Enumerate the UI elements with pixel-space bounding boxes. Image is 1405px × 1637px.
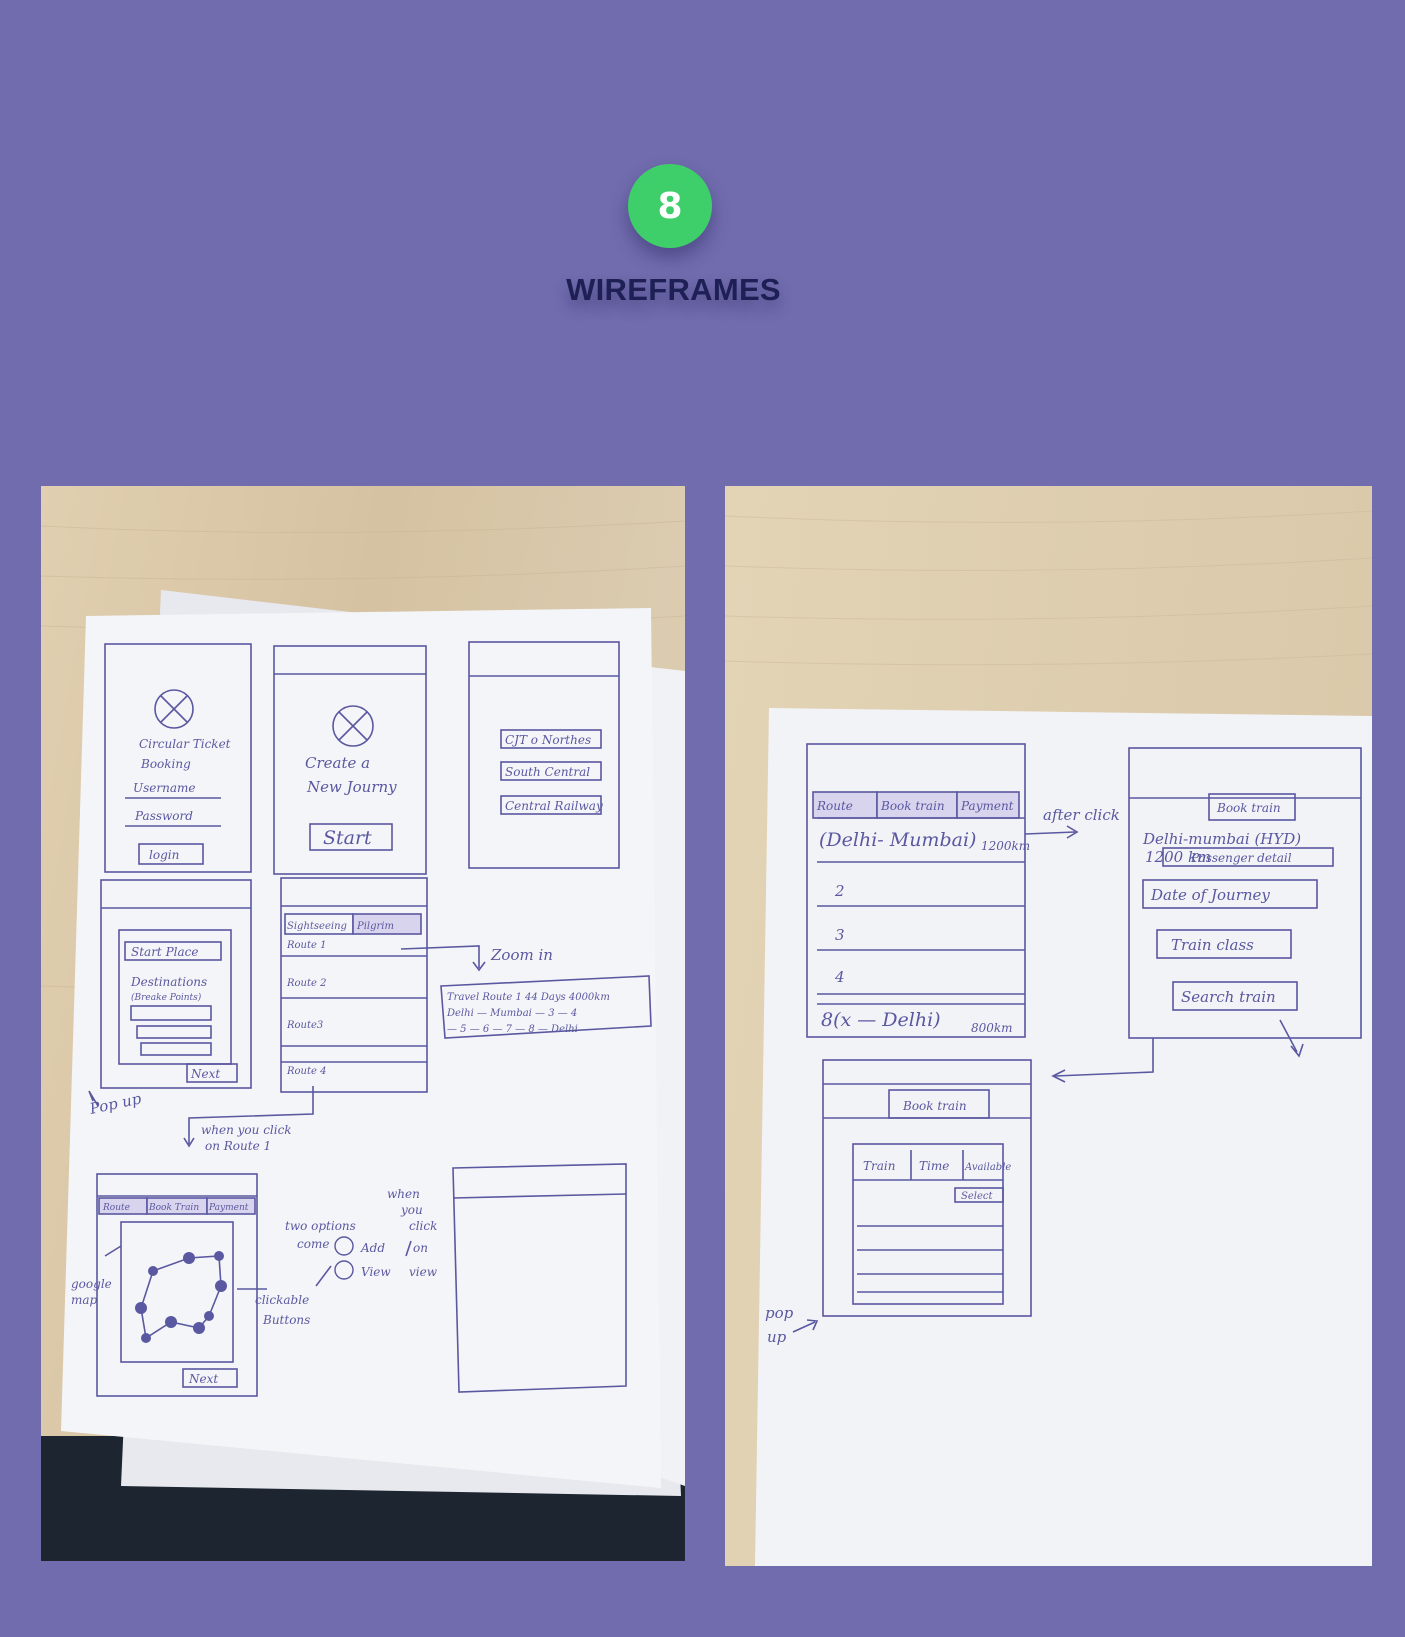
route-tab-book-train: Book train: [880, 799, 945, 813]
popup-col-train: Train: [863, 1159, 895, 1173]
wireframe-photo-left: Circular Ticket Booking Username Passwor…: [41, 486, 685, 1561]
book-search: Search train: [1181, 988, 1276, 1006]
destinations-label: Destinations: [130, 975, 207, 989]
popup-note-2: up: [767, 1328, 787, 1346]
zoom-line-3: — 5 — 6 — 7 — 8 — Delhi: [447, 1024, 578, 1035]
after-click-note: after click: [1043, 806, 1120, 824]
login-password-field: Password: [134, 809, 193, 823]
options-note-1: two options: [285, 1219, 356, 1233]
route-item-2: Route 2: [286, 978, 326, 989]
options-note-2: come: [297, 1237, 329, 1251]
section-number-badge: 8: [628, 164, 712, 248]
tab-pilgrim: Pilgrim: [356, 921, 394, 932]
when-note-1: when: [387, 1187, 420, 1201]
route-row-1: (Delhi- Mumbai): [819, 829, 976, 851]
popup-col-avail: Available: [964, 1162, 1011, 1173]
wireframe-photo-right: Route Book train Payment (Delhi- Mumbai)…: [725, 486, 1372, 1566]
login-app-title-2: Booking: [140, 757, 191, 771]
click-note-2: on Route 1: [205, 1139, 271, 1153]
start-button-label: Start: [323, 827, 372, 849]
option-view: View: [361, 1265, 391, 1279]
map-tab-book-train: Book Train: [148, 1203, 199, 1213]
option-add: Add: [360, 1241, 385, 1255]
route-row-2: 2: [834, 882, 845, 900]
popup-col-time: Time: [919, 1159, 949, 1173]
when-note-2: you: [400, 1203, 423, 1217]
login-app-title-1: Circular Ticket: [139, 737, 231, 751]
book-tab: Book train: [1216, 801, 1281, 815]
zoom-line-2: Delhi — Mumbai — 3 — 4: [446, 1008, 577, 1019]
clickable-note-2: Buttons: [262, 1313, 310, 1327]
when-note-3: click: [409, 1219, 437, 1233]
google-map-note-2: map: [71, 1293, 98, 1307]
create-line-1: Create a: [305, 754, 370, 772]
railway-option-3: Central Railway: [505, 799, 603, 813]
zoom-line-1: Travel Route 1 44 Days 4000km: [447, 992, 610, 1003]
route-row-4: 4: [834, 968, 845, 986]
route-tab-route: Route: [816, 799, 853, 813]
book-passenger: Passenger detail: [1190, 851, 1292, 865]
route-last-km: 800km: [971, 1021, 1013, 1035]
route-row-3: 3: [835, 926, 845, 944]
when-note-5: view: [409, 1265, 438, 1279]
railway-option-2: South Central: [505, 765, 590, 779]
zoom-note: Zoom in: [490, 946, 553, 964]
start-place-field: Start Place: [131, 945, 198, 959]
section-title: WIREFRAMES: [566, 272, 781, 307]
popup-note-1: pop: [765, 1304, 794, 1322]
railway-option-1: CJT o Northes: [505, 733, 591, 747]
click-note-1: when you click: [201, 1123, 292, 1137]
route-last-row: 8(x — Delhi): [821, 1009, 941, 1031]
map-tab-route: Route: [102, 1203, 130, 1213]
popup-select: Select: [961, 1191, 993, 1202]
book-route: Delhi-mumbai (HYD): [1142, 830, 1301, 848]
map-next-label: Next: [188, 1372, 218, 1386]
login-username-field: Username: [133, 781, 195, 795]
popup-tab: Book train: [902, 1099, 967, 1113]
route-tab-payment: Payment: [960, 799, 1014, 813]
map-tab-payment: Payment: [208, 1203, 249, 1213]
book-class: Train class: [1171, 936, 1254, 954]
places-next-label: Next: [190, 1067, 220, 1081]
break-points-label: (Breake Points): [131, 992, 202, 1003]
clickable-note-1: clickable: [255, 1293, 309, 1307]
route-item-3: Route3: [286, 1020, 323, 1031]
login-button-label: login: [149, 848, 179, 862]
book-date: Date of Journey: [1150, 886, 1270, 904]
create-line-2: New Journy: [306, 778, 397, 796]
route-row-1-km: 1200km: [981, 839, 1030, 853]
google-map-note-1: google: [71, 1277, 112, 1291]
when-note-4: on: [413, 1241, 428, 1255]
route-item-1: Route 1: [286, 940, 326, 951]
tab-sightseeing: Sightseeing: [287, 921, 347, 932]
route-item-4: Route 4: [286, 1066, 326, 1077]
